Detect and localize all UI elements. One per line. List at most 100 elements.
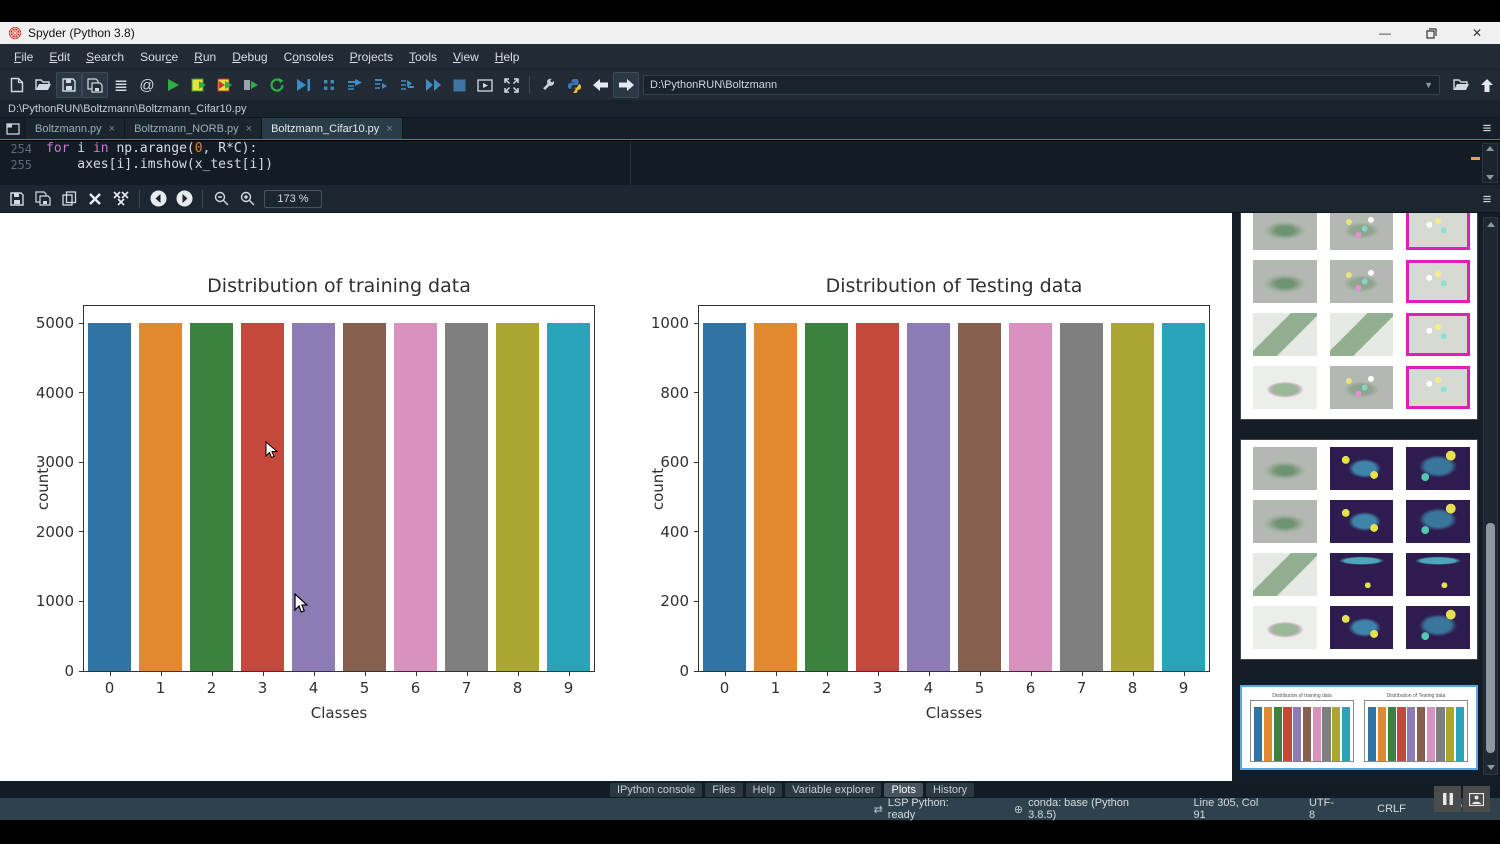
pane-tab-variable-explorer[interactable]: Variable explorer <box>785 783 881 797</box>
pause-button[interactable] <box>1434 786 1461 812</box>
rerun-file-button[interactable] <box>264 72 290 98</box>
parent-directory-button[interactable] <box>1474 72 1500 98</box>
browse-tabs-button[interactable] <box>0 118 26 139</box>
plots-options-menu-button[interactable]: ≡ <box>1476 188 1498 210</box>
scroll-up-icon[interactable] <box>1486 146 1494 151</box>
menu-projects[interactable]: Projects <box>342 47 401 67</box>
code-line[interactable]: 255 axes[i].imshow(x_test[i]) <box>0 157 1500 173</box>
pythonpath-manager-button[interactable] <box>561 72 587 98</box>
mini-plot <box>1247 605 1318 653</box>
zoom-in-button[interactable] <box>234 186 260 212</box>
editor-scrollbar[interactable] <box>1482 143 1498 183</box>
forward-button[interactable] <box>613 72 639 98</box>
editor-tab-bar: Boltzmann.py×Boltzmann_NORB.py×Boltzmann… <box>0 118 1500 140</box>
editor-tab-Boltzmann_Cifar10.py[interactable]: Boltzmann_Cifar10.py× <box>262 118 403 139</box>
plot-thumbnail-viridis[interactable] <box>1240 439 1478 660</box>
close-tab-icon[interactable]: × <box>109 123 115 135</box>
title-bar: Spyder (Python 3.8) — ✕ <box>0 22 1500 44</box>
previous-plot-button[interactable] <box>145 186 171 212</box>
restore-button[interactable] <box>1408 22 1454 44</box>
main-toolbar: ≣ @ D:\PythonRUN\Boltzmann ▼ <box>0 70 1500 100</box>
run-external-button[interactable] <box>472 72 498 98</box>
step-into-button[interactable] <box>368 72 394 98</box>
bar-class-6 <box>394 323 438 671</box>
save-file-button[interactable] <box>56 72 82 98</box>
code-editor[interactable]: 254for i in np.arange(0, R*C):255 axes[i… <box>0 141 1500 185</box>
debug-file-button[interactable] <box>290 72 316 98</box>
scroll-down-icon[interactable] <box>1486 175 1494 180</box>
bar-class-3 <box>241 323 285 671</box>
file-switcher-button[interactable]: ≣ <box>108 72 134 98</box>
pane-tab-ipython-console[interactable]: IPython console <box>610 783 702 797</box>
remove-all-plots-button[interactable] <box>108 186 134 212</box>
save-all-button[interactable] <box>82 72 108 98</box>
mini-bar-chart: Distribution of Testing data <box>1364 693 1468 762</box>
line-number: 254 <box>0 141 46 157</box>
menu-tools[interactable]: Tools <box>401 47 445 67</box>
editor-options-menu-button[interactable]: ≡ <box>1476 118 1498 139</box>
zoom-out-button[interactable] <box>208 186 234 212</box>
run-cell-advance-button[interactable] <box>212 72 238 98</box>
main-area: Distribution of training datacount010002… <box>0 213 1500 781</box>
plot-thumbnail-barcharts[interactable]: Distribution of training dataDistributio… <box>1240 685 1478 770</box>
new-file-button[interactable] <box>4 72 30 98</box>
y-tick-label: 2000 <box>36 523 74 541</box>
pane-tab-plots[interactable]: Plots <box>884 783 922 797</box>
pane-tab-help[interactable]: Help <box>746 783 783 797</box>
y-tick-label: 0 <box>679 662 689 680</box>
remove-plot-button[interactable] <box>82 186 108 212</box>
chevron-down-icon[interactable]: ▼ <box>1424 80 1433 90</box>
run-file-button[interactable] <box>160 72 186 98</box>
mini-plot <box>1247 259 1318 307</box>
menu-view[interactable]: View <box>445 47 487 67</box>
scroll-up-icon[interactable] <box>1487 222 1495 227</box>
editor-tab-Boltzmann.py[interactable]: Boltzmann.py× <box>26 118 125 139</box>
status-lsp-python: ⇄LSP Python: ready <box>874 797 976 821</box>
pane-tab-files[interactable]: Files <box>705 783 742 797</box>
code-text: axes[i].imshow(x_test[i]) <box>46 157 273 173</box>
scroll-down-icon[interactable] <box>1487 765 1495 770</box>
open-file-button[interactable] <box>30 72 56 98</box>
continue-button[interactable] <box>420 72 446 98</box>
preferences-button[interactable] <box>535 72 561 98</box>
working-directory-input[interactable]: D:\PythonRUN\Boltzmann ▼ <box>643 75 1440 95</box>
breadcrumb: D:\PythonRUN\Boltzmann\Boltzmann_Cifar10… <box>0 100 1500 118</box>
menu-source[interactable]: Source <box>132 47 186 67</box>
close-button[interactable]: ✕ <box>1454 22 1500 44</box>
menu-run[interactable]: Run <box>186 47 224 67</box>
run-cell-button[interactable] <box>186 72 212 98</box>
menu-search[interactable]: Search <box>78 47 132 67</box>
plots-figure-canvas[interactable]: Distribution of training datacount010002… <box>0 213 1232 781</box>
image-viewer-button[interactable] <box>1463 786 1490 812</box>
symbol-finder-button[interactable]: @ <box>134 72 160 98</box>
step-return-button[interactable] <box>394 72 420 98</box>
minimize-button[interactable]: — <box>1362 22 1408 44</box>
save-all-plots-button[interactable] <box>30 186 56 212</box>
menu-edit[interactable]: Edit <box>41 47 78 67</box>
close-tab-icon[interactable]: × <box>386 123 392 135</box>
stop-debug-button[interactable] <box>446 72 472 98</box>
scrollbar-thumb[interactable] <box>1486 523 1495 753</box>
x-tick-label: 4 <box>288 679 339 697</box>
menu-file[interactable]: File <box>6 47 41 67</box>
copy-plot-button[interactable] <box>56 186 82 212</box>
back-button[interactable] <box>587 72 613 98</box>
step-over-button[interactable] <box>342 72 368 98</box>
menu-consoles[interactable]: Consoles <box>276 47 342 67</box>
plot-thumbnail-norb[interactable] <box>1240 213 1478 420</box>
close-tab-icon[interactable]: × <box>246 123 252 135</box>
next-plot-button[interactable] <box>171 186 197 212</box>
menu-debug[interactable]: Debug <box>224 47 275 67</box>
save-plot-button[interactable] <box>4 186 30 212</box>
editor-tab-Boltzmann_NORB.py[interactable]: Boltzmann_NORB.py× <box>125 118 262 139</box>
fullscreen-button[interactable] <box>498 72 524 98</box>
x-tick-label: 0 <box>84 679 135 697</box>
menu-help[interactable]: Help <box>487 47 528 67</box>
rerun-cell-button[interactable] <box>238 72 264 98</box>
code-line[interactable]: 254for i in np.arange(0, R*C): <box>0 141 1500 157</box>
training-data-chart: Distribution of training datacount010002… <box>83 305 595 672</box>
thumbnails-scrollbar[interactable] <box>1483 217 1498 775</box>
pane-tab-history[interactable]: History <box>926 783 974 797</box>
debug-cell-button[interactable] <box>316 72 342 98</box>
browse-directory-button[interactable] <box>1448 72 1474 98</box>
